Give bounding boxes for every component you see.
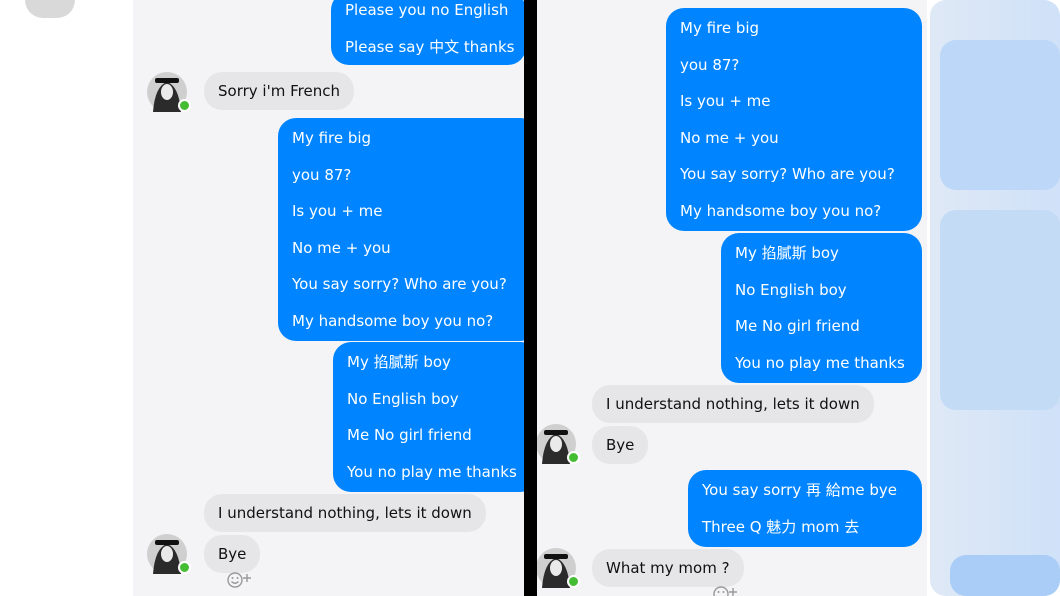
message-text: What my mom ? bbox=[606, 559, 730, 577]
online-indicator bbox=[567, 575, 580, 588]
message-line: My 掐膩斯 boy bbox=[735, 244, 839, 262]
outgoing-bubble: My fire big you 87? Is you + me No me + … bbox=[666, 8, 922, 231]
outgoing-bubble: My 掐膩斯 boy No English boy Me No girl fri… bbox=[333, 342, 525, 492]
message-line: You no play me thanks bbox=[347, 462, 517, 481]
message-line: You say sorry? Who are you? bbox=[680, 165, 895, 183]
message-line: Please say 中文 thanks bbox=[345, 37, 515, 56]
incoming-bubble: I understand nothing, lets it down bbox=[204, 494, 486, 532]
background-blur-right-bubble3 bbox=[950, 555, 1060, 596]
avatar[interactable] bbox=[537, 424, 580, 464]
message-line: you 87? bbox=[292, 165, 352, 184]
message-line: Is you + me bbox=[292, 202, 383, 220]
incoming-bubble: Bye bbox=[204, 535, 261, 573]
background-blur-right-bubble bbox=[940, 40, 1060, 190]
message-line: You say sorry 再 給me bye bbox=[702, 481, 897, 499]
avatar[interactable] bbox=[147, 72, 191, 112]
chat-panel-left[interactable]: Please you no English Please say 中文 than… bbox=[133, 0, 525, 596]
incoming-bubble: I understand nothing, lets it down bbox=[592, 385, 874, 423]
message-text: Sorry i'm French bbox=[218, 82, 340, 100]
message-line: No English boy bbox=[347, 389, 459, 408]
message-text: Bye bbox=[606, 436, 635, 454]
message-text: I understand nothing, lets it down bbox=[218, 504, 472, 522]
message-line: You no play me thanks bbox=[735, 353, 905, 372]
outgoing-bubble: Please you no English Please say 中文 than… bbox=[331, 0, 525, 65]
message-text: Bye bbox=[218, 545, 247, 563]
message-line: My 掐膩斯 boy bbox=[347, 353, 451, 371]
background-blur-right-bubble2 bbox=[940, 210, 1060, 410]
incoming-bubble: Bye bbox=[592, 426, 649, 464]
online-indicator bbox=[178, 561, 191, 574]
message-line: Please you no English bbox=[345, 1, 509, 19]
outgoing-bubble: My 掐膩斯 boy No English boy Me No girl fri… bbox=[721, 233, 922, 383]
add-reaction-button[interactable] bbox=[709, 584, 741, 596]
message-line: My fire big bbox=[292, 129, 372, 147]
incoming-bubble: Sorry i'm French bbox=[204, 72, 354, 110]
message-line: Three Q 魅力 mom 去 bbox=[702, 517, 860, 536]
message-line: Me No girl friend bbox=[735, 317, 860, 335]
message-line: My fire big bbox=[680, 19, 760, 37]
message-line: No me + you bbox=[292, 238, 391, 257]
avatar[interactable] bbox=[537, 548, 580, 588]
add-reaction-button[interactable] bbox=[223, 570, 255, 590]
image-divider bbox=[524, 0, 537, 596]
message-line: you 87? bbox=[680, 55, 740, 74]
chat-panel-right[interactable]: My fire big you 87? Is you + me No me + … bbox=[537, 0, 927, 596]
message-line: No me + you bbox=[680, 128, 779, 147]
incoming-bubble: What my mom ? bbox=[592, 549, 744, 587]
message-text: I understand nothing, lets it down bbox=[606, 395, 860, 413]
message-line: My handsome boy you no? bbox=[680, 201, 882, 220]
outgoing-bubble: My fire big you 87? Is you + me No me + … bbox=[278, 118, 525, 341]
message-line: No English boy bbox=[735, 280, 847, 299]
online-indicator bbox=[178, 99, 191, 112]
message-line: You say sorry? Who are you? bbox=[292, 275, 507, 293]
outgoing-bubble: You say sorry 再 給me bye Three Q 魅力 mom 去 bbox=[688, 470, 922, 547]
message-line: Is you + me bbox=[680, 92, 771, 110]
online-indicator bbox=[567, 451, 580, 464]
add-reaction-icon bbox=[713, 586, 737, 596]
message-line: Me No girl friend bbox=[347, 426, 472, 444]
avatar[interactable] bbox=[147, 534, 191, 574]
message-line: My handsome boy you no? bbox=[292, 311, 494, 330]
add-reaction-icon bbox=[227, 572, 251, 588]
background-blur-left-spot bbox=[25, 0, 75, 18]
